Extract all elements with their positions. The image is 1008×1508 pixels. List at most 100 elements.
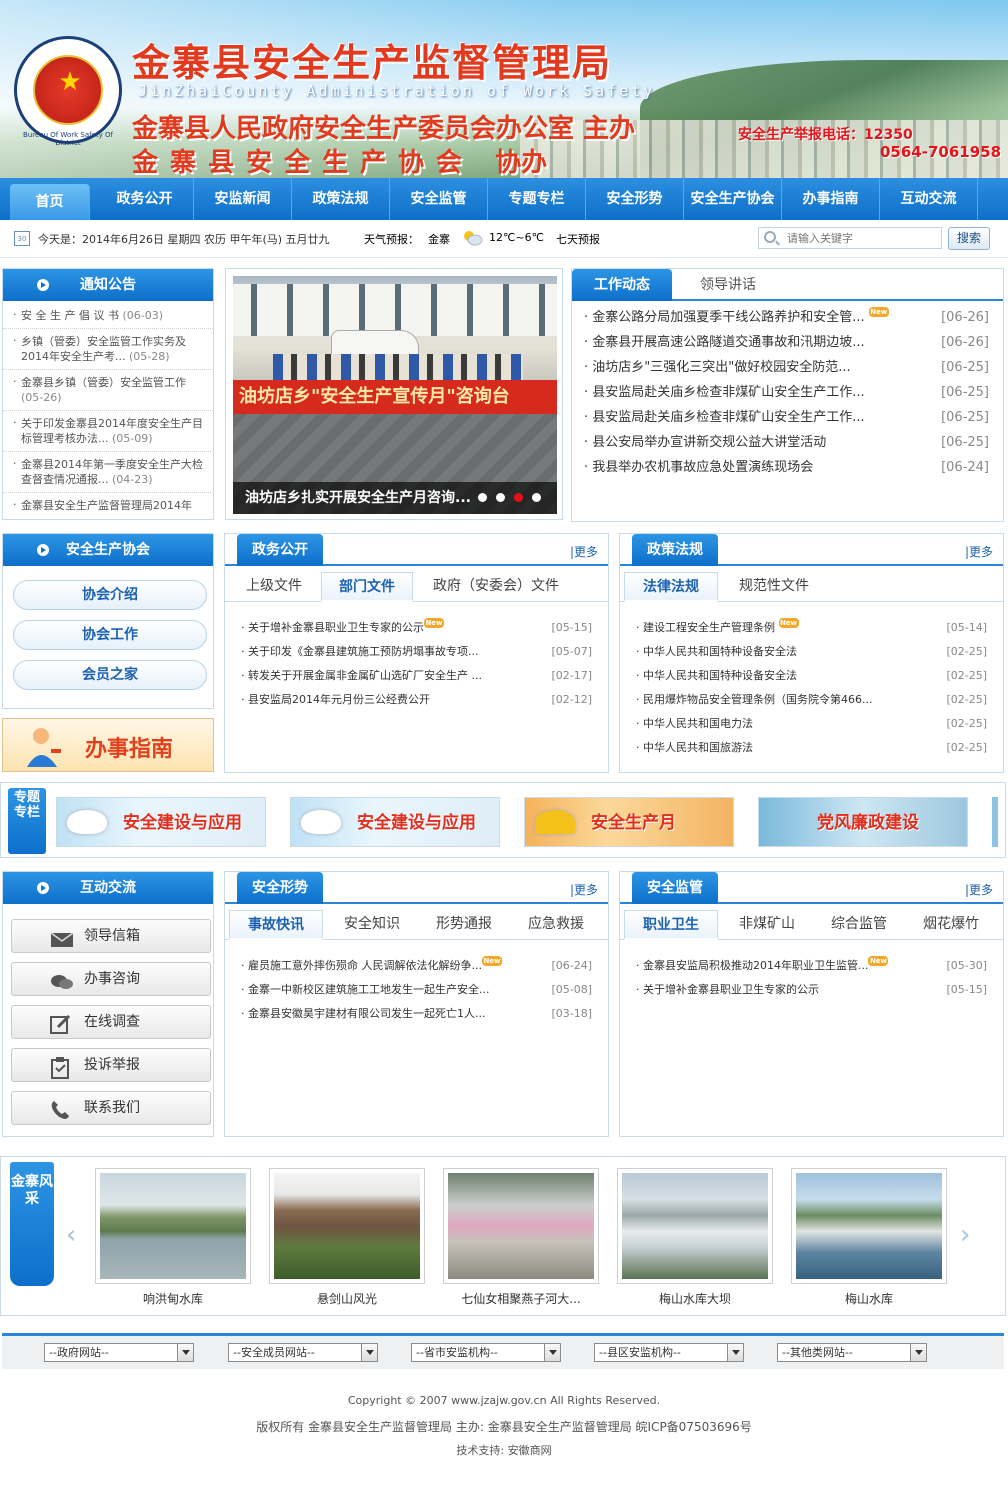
list-item[interactable]: · 转发关于开展金属非金属矿山选矿厂安全生产 ... [02-17] <box>241 664 592 688</box>
list-item[interactable]: · 关于印发《金寨县建筑施工预防坍塌事故专项... [05-07] <box>241 640 592 664</box>
tab-work-news[interactable]: 工作动态 <box>572 269 672 301</box>
list-item[interactable]: · 建设工程安全生产管理条例 New [05-14] <box>636 616 987 640</box>
nav-item-home[interactable]: 首页 <box>10 184 90 220</box>
slide-dot[interactable] <box>496 493 505 502</box>
nav-item-special[interactable]: 专题专栏 <box>488 178 586 220</box>
list-item[interactable]: · 我县举办农机事故应急处置演练现场会 [06-24] <box>584 455 989 480</box>
tab-general-supervision[interactable]: 综合监管 <box>816 908 902 940</box>
list-item[interactable]: · 金寨一中新校区建筑施工工地发生一起生产安全... [05-08] <box>241 978 592 1002</box>
tab-accident-news[interactable]: 事故快讯 <box>229 910 323 940</box>
policy-more-link[interactable]: |更多 <box>965 543 993 560</box>
list-item[interactable]: · 中华人民共和国电力法 [02-25] <box>636 712 987 736</box>
member-sites-select[interactable]: --安全成员网站-- <box>228 1343 378 1362</box>
special-topic-banner[interactable]: 党风廉政建设 <box>758 797 968 847</box>
nav-item-supervision[interactable]: 安全监管 <box>390 178 488 220</box>
nav-item-news[interactable]: 安监新闻 <box>194 178 292 220</box>
nav-item-guide[interactable]: 办事指南 <box>782 178 880 220</box>
situation-more-link[interactable]: |更多 <box>570 881 598 898</box>
gallery-photo[interactable] <box>443 1168 599 1284</box>
nav-item-gov-affairs[interactable]: 政务公开 <box>96 178 194 220</box>
search-input[interactable] <box>787 230 937 246</box>
policy-title[interactable]: 政策法规 <box>632 534 718 566</box>
slideshow-photo[interactable]: 油坊店乡"安全生产宣传月"咨询台 <box>233 276 557 514</box>
gallery-prev-icon[interactable]: ‹ <box>66 1220 76 1250</box>
notice-item[interactable]: 乡镇（管委）安全监管工作实务及2014年安全生产考... (05-28) <box>3 329 213 370</box>
list-item[interactable]: · 中华人民共和国特种设备安全法 [02-25] <box>636 664 987 688</box>
online-survey-button[interactable]: 在线调查 <box>11 1005 211 1039</box>
tab-government-docs[interactable]: 政府（安委会）文件 <box>421 570 571 602</box>
list-item[interactable]: · 县公安局举办宣讲新交规公益大讲堂活动 [06-25] <box>584 430 989 455</box>
gov-affairs-title[interactable]: 政务公开 <box>237 534 323 566</box>
notice-item[interactable]: 安 全 生 产 倡 议 书 (06-03) <box>3 303 213 329</box>
notice-item[interactable]: 金寨县安全生产监督管理局2014年 <box>3 493 213 513</box>
list-item[interactable]: · 县安监局2014年元月份三公经费公开 [02-12] <box>241 688 592 712</box>
list-item[interactable]: · 金寨公路分局加强夏季干线公路养护和安全管... New [06-26] <box>584 305 989 330</box>
tab-department-docs[interactable]: 部门文件 <box>321 572 413 602</box>
notice-item[interactable]: 金寨县2014年第一季度安全生产大检查督查情况通报... (04-23) <box>3 452 213 493</box>
special-topic-banner-partial[interactable] <box>992 797 998 847</box>
list-item[interactable]: · 关于增补金寨县职业卫生专家的公示New [05-15] <box>241 616 592 640</box>
nav-item-interactive[interactable]: 互动交流 <box>880 178 978 220</box>
county-agencies-select[interactable]: --县区安监机构-- <box>594 1343 744 1362</box>
slide-dot-active[interactable] <box>514 493 523 502</box>
list-item[interactable]: · 中华人民共和国特种设备安全法 [02-25] <box>636 640 987 664</box>
tab-situation-report[interactable]: 形势通报 <box>421 908 507 940</box>
tab-normative-docs[interactable]: 规范性文件 <box>724 570 824 602</box>
gallery-caption[interactable]: 梅山水库大坝 <box>617 1290 773 1307</box>
list-item[interactable]: · 雇员施工意外摔伤殒命 人民调解依法化解纷争...New [06-24] <box>241 954 592 978</box>
tab-occupational-health[interactable]: 职业卫生 <box>624 910 718 940</box>
gov-affairs-more-link[interactable]: |更多 <box>570 543 598 560</box>
tab-superior-docs[interactable]: 上级文件 <box>233 570 315 602</box>
gov-sites-select[interactable]: --政府网站-- <box>44 1343 194 1362</box>
list-item[interactable]: · 中华人民共和国旅游法 [02-25] <box>636 736 987 760</box>
list-item[interactable]: · 金寨县安监局积极推动2014年职业卫生监管...New [05-30] <box>636 954 987 978</box>
tab-emergency-rescue[interactable]: 应急救援 <box>513 908 599 940</box>
gallery-caption[interactable]: 响洪甸水库 <box>95 1290 251 1307</box>
gallery-photo[interactable] <box>95 1168 251 1284</box>
association-work-button[interactable]: 协会工作 <box>13 620 207 650</box>
nav-item-situation[interactable]: 安全形势 <box>586 178 684 220</box>
notice-item[interactable]: 关于印发金寨县2014年度安全生产目标管理考核办法... (05-09) <box>3 411 213 452</box>
special-topic-banner[interactable]: 安全建设与应用 <box>56 797 266 847</box>
photo-slideshow[interactable]: 油坊店乡"安全生产宣传月"咨询台 油坊店乡扎实开展安全生产月咨询... <box>225 268 563 520</box>
contact-us-button[interactable]: 联系我们 <box>11 1091 211 1125</box>
gallery-caption[interactable]: 七仙女相聚燕子河大... <box>443 1290 599 1307</box>
member-home-button[interactable]: 会员之家 <box>13 660 207 690</box>
list-item[interactable]: · 油坊店乡"三强化三突出"做好校园安全防范... [06-25] <box>584 355 989 380</box>
tab-non-coal-mines[interactable]: 非煤矿山 <box>724 908 810 940</box>
list-item[interactable]: · 民用爆炸物品安全管理条例（国务院令第466... [02-25] <box>636 688 987 712</box>
gallery-photo[interactable] <box>617 1168 773 1284</box>
other-sites-select[interactable]: --其他类网站-- <box>777 1343 927 1362</box>
situation-title[interactable]: 安全形势 <box>237 872 323 904</box>
list-item[interactable]: · 县安监局赴关庙乡检查非煤矿山安全生产工作... [06-25] <box>584 405 989 430</box>
list-item[interactable]: · 金寨县开展高速公路隧道交通事故和汛期边坡... [06-26] <box>584 330 989 355</box>
nav-item-association[interactable]: 安全生产协会 <box>684 178 782 220</box>
gallery-caption[interactable]: 梅山水库 <box>791 1290 947 1307</box>
seven-day-forecast-link[interactable]: 七天预报 <box>556 231 600 247</box>
notice-item[interactable]: 金寨县乡镇（管委）安全监管工作 (05-26) <box>3 370 213 411</box>
special-topic-banner[interactable]: 安全生产月 <box>524 797 734 847</box>
gallery-photo[interactable] <box>269 1168 425 1284</box>
tab-safety-knowledge[interactable]: 安全知识 <box>329 908 415 940</box>
tab-laws[interactable]: 法律法规 <box>624 572 718 602</box>
tab-leader-speech[interactable]: 领导讲话 <box>672 269 784 301</box>
service-guide-banner[interactable]: 办事指南 <box>2 718 214 772</box>
list-item[interactable]: · 关于增补金寨县职业卫生专家的公示 [05-15] <box>636 978 987 1002</box>
consultation-button[interactable]: 办事咨询 <box>11 962 211 996</box>
slide-dot[interactable] <box>532 493 541 502</box>
tab-fireworks[interactable]: 烟花爆竹 <box>908 908 994 940</box>
gallery-next-icon[interactable]: › <box>960 1220 970 1250</box>
slide-dot[interactable] <box>478 493 487 502</box>
leader-mailbox-button[interactable]: 领导信箱 <box>11 919 211 953</box>
supervision-title[interactable]: 安全监管 <box>632 872 718 904</box>
association-intro-button[interactable]: 协会介绍 <box>13 580 207 610</box>
list-item[interactable]: · 县安监局赴关庙乡检查非煤矿山安全生产工作... [06-25] <box>584 380 989 405</box>
supervision-more-link[interactable]: |更多 <box>965 881 993 898</box>
nav-item-policy[interactable]: 政策法规 <box>292 178 390 220</box>
gallery-photo[interactable] <box>791 1168 947 1284</box>
search-button[interactable]: 搜索 <box>948 227 990 250</box>
gallery-caption[interactable]: 悬剑山风光 <box>269 1290 425 1307</box>
provincial-agencies-select[interactable]: --省市安监机构-- <box>411 1343 561 1362</box>
complaint-report-button[interactable]: 投诉举报 <box>11 1048 211 1082</box>
list-item[interactable]: · 金寨县安徽昊宇建材有限公司发生一起死亡1人... [03-18] <box>241 1002 592 1026</box>
